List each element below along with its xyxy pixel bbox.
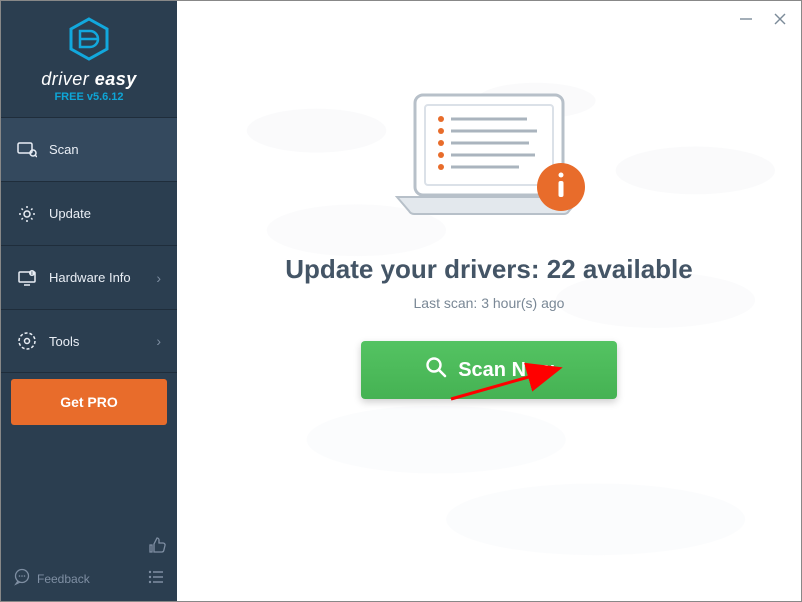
feedback-button[interactable]: Feedback	[1, 562, 177, 601]
sidebar-item-label: Tools	[49, 334, 79, 349]
sidebar: driver easy FREE v5.6.12 Scan Update i	[1, 1, 177, 601]
list-icon[interactable]	[147, 568, 165, 589]
logo-area: driver easy FREE v5.6.12	[1, 1, 177, 111]
monitor-info-icon: i	[17, 268, 39, 288]
laptop-illustration	[379, 87, 599, 232]
sidebar-item-label: Hardware Info	[49, 270, 131, 285]
logo-icon	[1, 15, 177, 63]
chevron-right-icon: ›	[156, 333, 161, 349]
chevron-right-icon: ›	[156, 270, 161, 286]
sidebar-item-label: Update	[49, 206, 91, 221]
sidebar-item-tools[interactable]: Tools ›	[1, 309, 177, 373]
sidebar-item-hardware[interactable]: i Hardware Info ›	[1, 245, 177, 309]
tools-icon	[17, 331, 39, 351]
scan-now-label: Scan Now	[458, 359, 554, 382]
feedback-label: Feedback	[37, 572, 90, 586]
chat-icon	[13, 568, 31, 589]
content: Update your drivers: 22 available Last s…	[177, 1, 801, 399]
headline: Update your drivers: 22 available	[177, 254, 801, 285]
bottom-icons	[1, 529, 177, 562]
search-icon	[424, 355, 448, 385]
sidebar-item-scan[interactable]: Scan	[1, 117, 177, 181]
nav: Scan Update i Hardware Info › Tools	[1, 111, 177, 373]
version-label: FREE v5.6.12	[1, 91, 177, 103]
gear-icon	[17, 204, 39, 224]
get-pro-label: Get PRO	[60, 394, 118, 410]
last-scan-label: Last scan: 3 hour(s) ago	[177, 295, 801, 311]
get-pro-button[interactable]: Get PRO	[11, 379, 167, 425]
thumbs-up-icon[interactable]	[147, 535, 167, 560]
sidebar-item-label: Scan	[49, 142, 79, 157]
sidebar-item-update[interactable]: Update	[1, 181, 177, 245]
brand-name: driver easy	[1, 69, 177, 90]
scan-now-button[interactable]: Scan Now	[361, 341, 617, 399]
app-window: driver easy FREE v5.6.12 Scan Update i	[0, 0, 802, 602]
main-panel: Update your drivers: 22 available Last s…	[177, 1, 801, 601]
scan-icon	[17, 140, 39, 160]
